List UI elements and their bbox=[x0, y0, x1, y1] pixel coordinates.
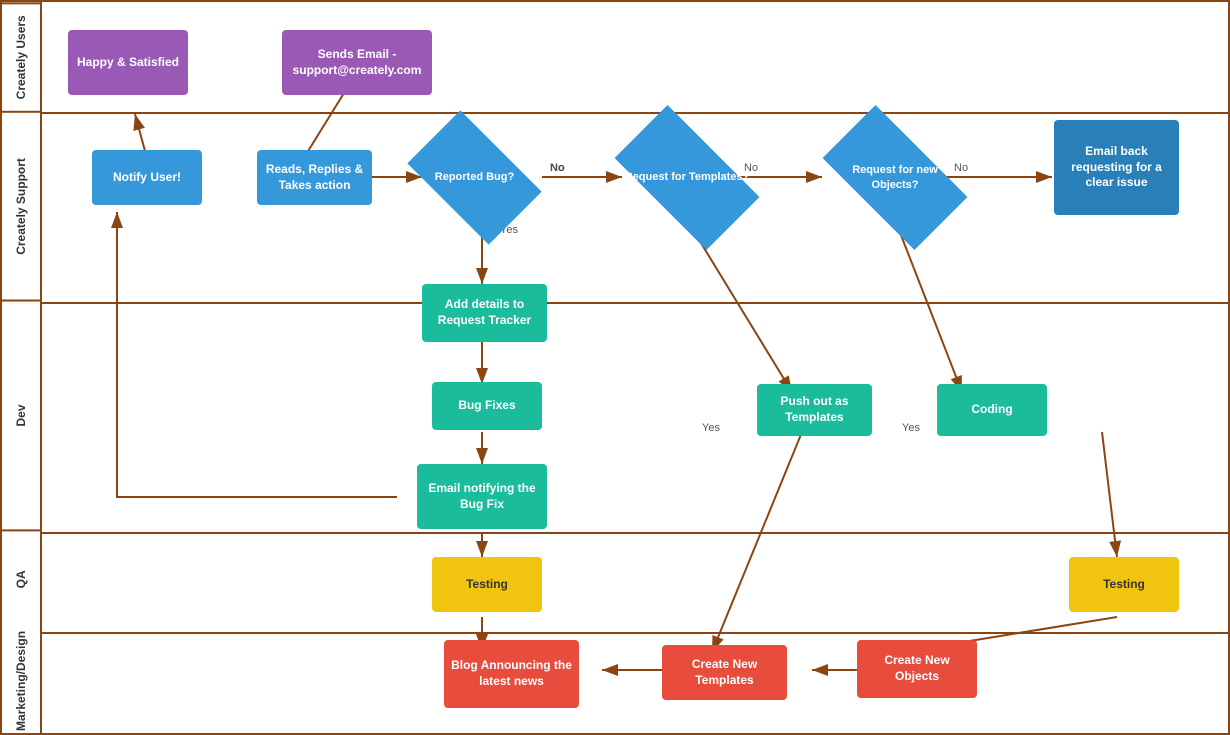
create-objects-label: Create New Objects bbox=[861, 653, 973, 684]
coding-node: Coding bbox=[937, 384, 1047, 436]
push-templates-node: Push out as Templates bbox=[757, 384, 872, 436]
reads-replies-node: Reads, Replies & Takes action bbox=[257, 150, 372, 205]
request-objects-diamond: Request for new Objects? bbox=[830, 140, 960, 215]
sends-email-label: Sends Email - support@creately.com bbox=[286, 47, 428, 78]
divider-2 bbox=[42, 302, 1228, 304]
reported-bug-diamond: Reported Bug? bbox=[417, 140, 532, 215]
email-back-node: Email back requesting for a clear issue bbox=[1054, 120, 1179, 215]
testing2-node: Testing bbox=[1069, 557, 1179, 612]
yes-2: Yes bbox=[702, 422, 720, 434]
request-templates-diamond: Request for Templates? bbox=[622, 140, 752, 215]
create-templates-label: Create New Templates bbox=[666, 657, 783, 688]
diagram-container: Creately Users Creately Support Dev QA M… bbox=[0, 0, 1230, 735]
happy-satisfied-label: Happy & Satisfied bbox=[77, 55, 179, 71]
email-notify-bug-label: Email notifying the Bug Fix bbox=[421, 481, 543, 512]
happy-satisfied-node: Happy & Satisfied bbox=[68, 30, 188, 95]
divider-1 bbox=[42, 112, 1228, 114]
coding-label: Coding bbox=[971, 402, 1012, 418]
add-details-label: Add details to Request Tracker bbox=[426, 297, 543, 328]
email-notify-bug-node: Email notifying the Bug Fix bbox=[417, 464, 547, 529]
push-templates-label: Push out as Templates bbox=[761, 394, 868, 425]
no-1: No bbox=[550, 162, 564, 174]
lane-qa: QA bbox=[2, 529, 40, 628]
lane-creately-users: Creately Users bbox=[2, 2, 40, 111]
yes-3: Yes bbox=[902, 422, 920, 434]
lane-dev: Dev bbox=[2, 300, 40, 529]
testing2-label: Testing bbox=[1103, 577, 1145, 593]
lane-marketing: Marketing/Design bbox=[2, 628, 40, 733]
testing1-node: Testing bbox=[432, 557, 542, 612]
request-objects-text: Request for new Objects? bbox=[830, 161, 960, 194]
divider-3 bbox=[42, 532, 1228, 534]
reads-replies-label: Reads, Replies & Takes action bbox=[261, 162, 368, 193]
email-back-label: Email back requesting for a clear issue bbox=[1058, 144, 1175, 191]
testing1-label: Testing bbox=[466, 577, 508, 593]
blog-node: Blog Announcing the latest news bbox=[444, 640, 579, 708]
bug-fixes-node: Bug Fixes bbox=[432, 382, 542, 430]
create-objects-node: Create New Objects bbox=[857, 640, 977, 698]
lane-creately-support: Creately Support bbox=[2, 111, 40, 300]
notify-user-node: Notify User! bbox=[92, 150, 202, 205]
swim-lanes-labels: Creately Users Creately Support Dev QA M… bbox=[2, 2, 42, 733]
request-templates-text: Request for Templates? bbox=[623, 168, 752, 186]
create-templates-node: Create New Templates bbox=[662, 645, 787, 700]
divider-4 bbox=[42, 632, 1228, 634]
sends-email-node: Sends Email - support@creately.com bbox=[282, 30, 432, 95]
bug-fixes-label: Bug Fixes bbox=[458, 398, 515, 414]
notify-user-label: Notify User! bbox=[113, 170, 181, 186]
add-details-node: Add details to Request Tracker bbox=[422, 284, 547, 342]
blog-label: Blog Announcing the latest news bbox=[448, 658, 575, 689]
reported-bug-text: Reported Bug? bbox=[433, 168, 516, 186]
